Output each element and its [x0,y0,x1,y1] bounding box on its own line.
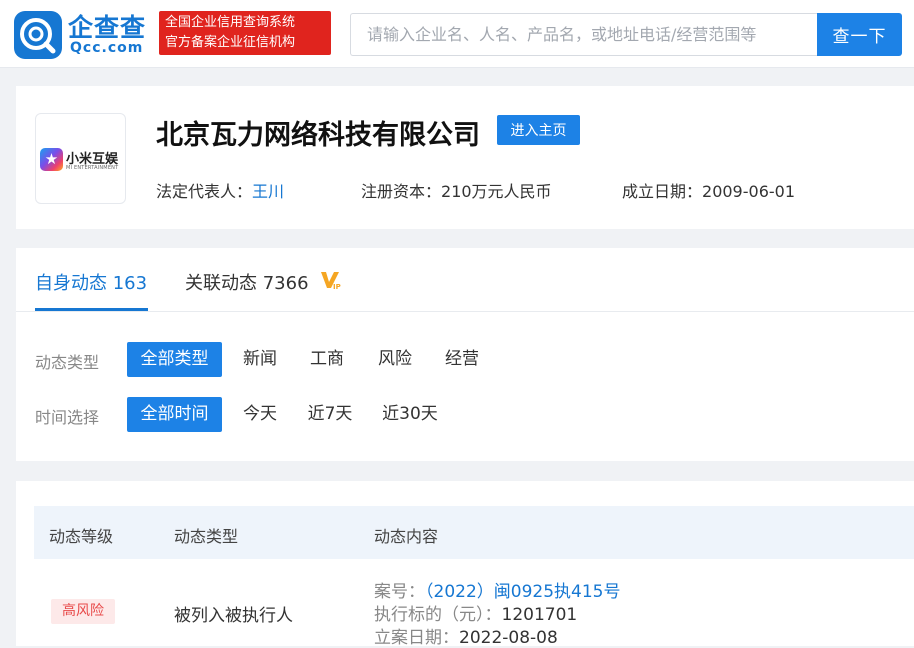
amount-line: 执行标的（元）：1201701 [374,600,577,625]
top-header: 企查查 Qcc.com 全国企业信用查询系统 官方备案企业征信机构 查一下 [0,0,914,68]
search-button[interactable]: 查一下 [817,13,902,56]
founded-info: 成立日期：2009-06-01 [622,178,795,202]
filter-type-all[interactable]: 全部类型 [127,342,222,377]
slogan-line-1: 全国企业信用查询系统 [165,15,296,30]
filter-time-30days[interactable]: 近30天 [378,397,442,432]
company-card: ★ 小米互娱 MI ENTERTAINMENT 北京瓦力网络科技有限公司 进入主… [16,86,914,229]
type-filter-label: 动态类型 [35,353,100,372]
tab-own-updates-count: 163 [112,273,148,294]
legal-rep-info: 法定代表人：王川 [156,178,284,202]
search-input[interactable] [350,13,818,56]
filter-type-business[interactable]: 工商 [302,342,352,377]
tab-related-updates-count: 7366 [262,273,309,294]
table-header: 动态等级 动态类型 动态内容 [34,506,914,559]
column-content: 动态内容 [374,527,439,546]
capital-info: 注册资本：210万元人民币 [361,178,552,202]
founded-value: 2009-06-01 [702,182,795,201]
company-logo-subtitle: MI ENTERTAINMENT [66,165,119,171]
company-logo: ★ 小米互娱 MI ENTERTAINMENT [35,113,126,204]
filter-time-all[interactable]: 全部时间 [127,397,222,432]
svg-text:IP: IP [333,283,341,291]
amount-label: 执行标的（元）： [374,605,502,625]
time-filter-label: 时间选择 [35,408,100,427]
slogan-banner: 全国企业信用查询系统 官方备案企业征信机构 [159,11,331,55]
feed-card: 自身动态 163 关联动态 7366 IP 动态类型 全部类型 新闻 工商 风险… [16,248,914,461]
tab-related-updates-label: 关联动态 [185,273,257,294]
slogan-line-2: 官方备案企业征信机构 [165,35,296,50]
filter-type-operation[interactable]: 经营 [437,342,487,377]
vip-icon: IP [321,272,341,291]
enter-homepage-button[interactable]: 进入主页 [497,115,580,145]
update-type: 被列入被执行人 [174,606,293,626]
tab-related-updates[interactable]: 关联动态 7366 [185,269,309,295]
company-name: 北京瓦力网络科技有限公司 [156,120,480,151]
filed-date-line: 立案日期：2022-08-08 [374,623,558,648]
column-level: 动态等级 [49,527,114,546]
filter-time-7days[interactable]: 近7天 [302,397,358,432]
risk-level-badge: 高风险 [51,599,115,624]
tab-own-updates[interactable]: 自身动态 163 [35,269,147,295]
case-number-link[interactable]: （2022）闽0925执415号 [425,582,620,602]
filter-type-risk[interactable]: 风险 [370,342,420,377]
legal-rep-label: 法定代表人： [156,182,253,201]
case-number-line: 案号：（2022）闽0925执415号 [374,577,620,602]
tab-divider [16,311,914,312]
qcc-logo-icon[interactable] [14,11,62,59]
filter-type-news[interactable]: 新闻 [235,342,285,377]
case-number-label: 案号： [374,582,425,602]
logo-domain[interactable]: Qcc.com [70,40,143,56]
capital-value: 210万元人民币 [441,182,552,201]
tab-own-updates-label: 自身动态 [35,273,107,294]
amount-value: 1201701 [501,605,578,625]
capital-label: 注册资本： [361,182,442,201]
legal-rep-link[interactable]: 王川 [252,182,284,201]
filed-date-label: 立案日期： [374,628,459,648]
founded-label: 成立日期： [622,182,703,201]
company-logo-star-icon: ★ [40,148,63,171]
column-type: 动态类型 [174,527,239,546]
filed-date-value: 2022-08-08 [459,628,558,648]
filter-time-today[interactable]: 今天 [235,397,285,432]
logo-text[interactable]: 企查查 [68,8,146,44]
updates-table: 动态等级 动态类型 动态内容 高风险 被列入被执行人 案号：（2022）闽092… [16,481,914,648]
